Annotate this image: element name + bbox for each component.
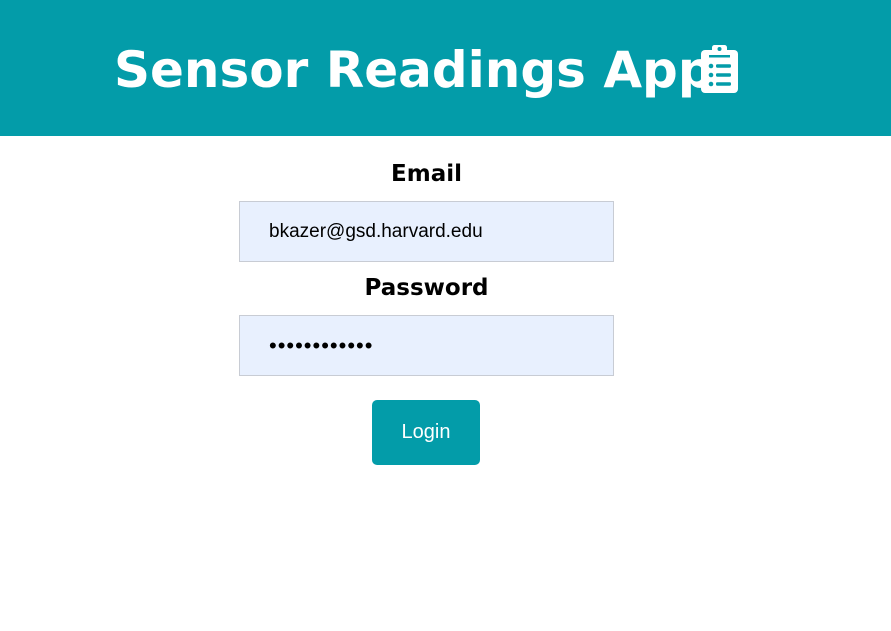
clipboard-list-icon xyxy=(701,45,738,93)
password-label: Password xyxy=(364,275,489,301)
app-header: Sensor Readings App xyxy=(0,0,891,136)
email-input[interactable] xyxy=(239,201,614,262)
email-label: Email xyxy=(391,161,462,187)
password-input[interactable] xyxy=(239,315,614,376)
login-button[interactable]: Login xyxy=(372,400,480,465)
app-title: Sensor Readings App xyxy=(114,41,714,99)
